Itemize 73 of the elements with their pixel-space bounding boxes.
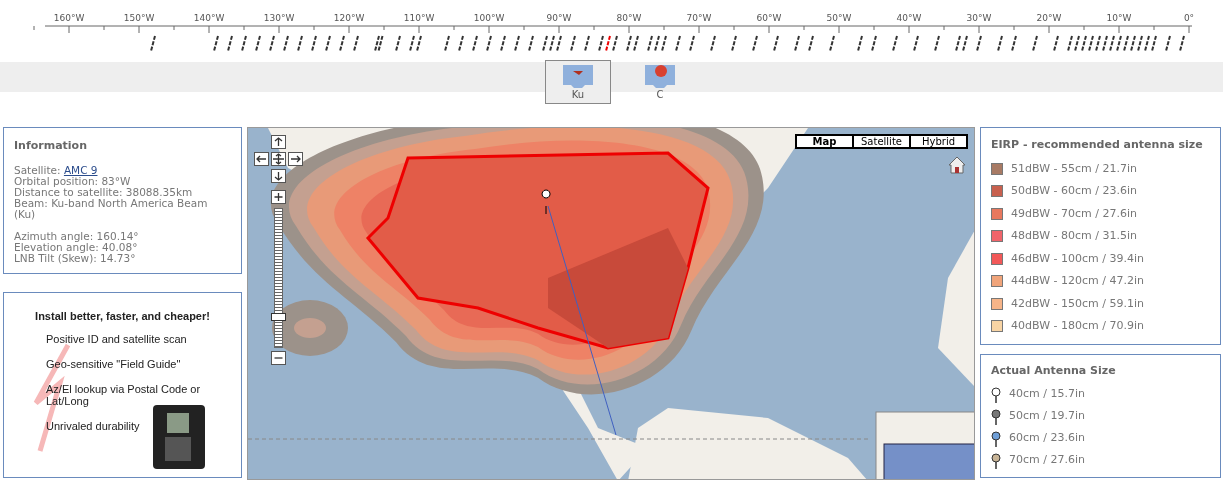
feature-text: Positive ID and satellite scan — [46, 332, 188, 345]
satellite-label: Satellite: — [14, 163, 62, 176]
info-line: Azimuth angle: 160.14° — [14, 230, 140, 242]
feature-text: Geo-sensitive "Field Guide" — [46, 357, 182, 370]
longitude-label: 120°W — [333, 13, 365, 23]
legend-label: 49dBW - 70cm / 27.6in — [1011, 205, 1137, 222]
band-button[interactable]: C — [627, 60, 693, 104]
feature-text: Unrivaled durability — [46, 419, 141, 432]
legend-label: 50cm / 19.7in — [1009, 408, 1085, 425]
legend-label: 40cm / 15.7in — [1009, 386, 1085, 403]
map-type-button[interactable]: Map — [796, 135, 853, 148]
panel-title: Actual Antenna Size — [991, 363, 1117, 379]
longitude-label: 90°W — [546, 13, 572, 23]
longitude-label: 30°W — [966, 13, 992, 23]
longitude-label: 0° — [1183, 13, 1195, 23]
longitude-label: 50°W — [826, 13, 852, 23]
panel-title: Information — [14, 138, 88, 154]
selected-satellite-marker[interactable] — [605, 35, 611, 52]
longitude-label: 110°W — [403, 13, 435, 23]
map-pin-icon — [991, 452, 1001, 469]
zoom-in-icon — [272, 191, 285, 203]
longitude-label: 20°W — [1036, 13, 1062, 23]
pan-down-icon — [272, 170, 285, 182]
info-line: LNB Tilt (Skew): 14.73° — [14, 252, 137, 264]
longitude-label: 130°W — [263, 13, 295, 23]
info-line: Beam: Ku-band North America Beam (Ku) — [14, 197, 209, 220]
zoom-slider-track[interactable] — [274, 208, 283, 348]
legend-label: 42dBW - 150cm / 59.1in — [1011, 295, 1144, 312]
map-pin-icon — [991, 408, 1001, 425]
legend-label: 40dBW - 180cm / 70.9in — [1011, 318, 1144, 334]
longitude-label: 140°W — [193, 13, 225, 23]
info-line: Distance to satellite: 38088.35km — [14, 186, 194, 198]
map-pin-icon — [991, 430, 1001, 447]
pan-up-icon — [272, 136, 285, 148]
pan-center-icon — [272, 153, 285, 165]
satellite-link[interactable]: AMC 9 — [63, 163, 98, 176]
longitude-label: 160°W — [53, 13, 85, 23]
legend-label: 48dBW - 80cm / 31.5in — [1011, 228, 1137, 244]
map-type-button[interactable]: Satellite — [853, 135, 910, 148]
map-type-button[interactable]: Hybrid — [910, 135, 967, 148]
pan-down-button[interactable] — [271, 169, 286, 183]
longitude-label: 100°W — [473, 13, 505, 23]
feature-text: Az/El lookup via Postal Code or Lat/Long — [46, 382, 202, 407]
pan-left-button[interactable] — [254, 152, 269, 166]
legend-label: 46dBW - 100cm / 39.4in — [1011, 250, 1144, 267]
legend-label: 44dBW - 120cm / 47.2in — [1011, 273, 1144, 289]
coverage-map[interactable]: Map Satellite Hybrid — [247, 127, 975, 480]
pan-center-button[interactable] — [271, 152, 286, 166]
home-icon[interactable] — [947, 155, 967, 175]
longitude-label: 80°W — [616, 13, 642, 23]
longitude-label: 150°W — [123, 13, 155, 23]
pan-right-icon — [289, 153, 302, 165]
longitude-label: 70°W — [686, 13, 712, 23]
info-line: Orbital position: 83°W — [14, 175, 132, 187]
longitude-label: 10°W — [1106, 13, 1132, 23]
map-pin-icon — [991, 386, 1001, 403]
band-button[interactable]: Ku — [545, 60, 611, 104]
zoom-slider-thumb[interactable] — [271, 312, 286, 321]
legend-label: 60cm / 23.6in — [1009, 430, 1085, 447]
pan-up-button[interactable] — [271, 135, 286, 149]
panel-title: EIRP - recommended antenna size — [991, 137, 1204, 153]
longitude-label: 40°W — [896, 13, 922, 23]
info-line: Elevation angle: 40.08° — [14, 241, 139, 253]
zoom-out-button[interactable] — [271, 351, 286, 365]
legend-label: 50dBW - 60cm / 23.6in — [1011, 183, 1137, 199]
zoom-in-button[interactable] — [271, 190, 286, 204]
pan-left-icon — [255, 153, 268, 165]
legend-label: 70cm / 27.6in — [1009, 452, 1085, 469]
legend-label: 51dBW - 55cm / 21.7in — [1011, 160, 1137, 177]
pan-right-button[interactable] — [288, 152, 303, 166]
ad-headline: Install better, faster, and cheaper! — [34, 309, 211, 324]
longitude-label: 60°W — [756, 13, 782, 23]
satellite-markers-drawing[interactable] — [150, 35, 1185, 52]
